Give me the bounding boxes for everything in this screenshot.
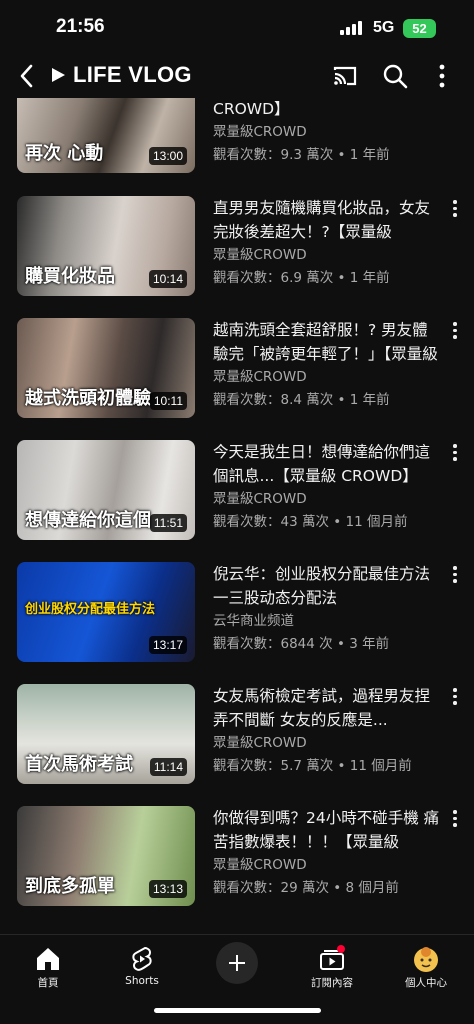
video-duration: 11:51 [149, 514, 187, 532]
channel-name: 眾量級CROWD [213, 491, 307, 507]
battery-icon: 52 [403, 19, 436, 38]
channel-name: 眾量級CROWD [213, 247, 307, 263]
create-button[interactable] [216, 942, 258, 984]
channel-name: 云华商业频道 [213, 613, 294, 629]
video-meta: 觀看次數：9.3 萬次 • 1 年前 [213, 147, 390, 163]
video-row[interactable]: 创业股权分配最佳方法 13:17 倪云华：创业股权分配最佳方法一三股动态分配法 … [0, 562, 474, 666]
subscriptions-icon [320, 945, 345, 970]
video-meta: 觀看次數：6.9 萬次 • 1 年前 [213, 270, 390, 286]
playlist-title: LIFE VLOG [52, 62, 192, 88]
avatar [414, 947, 438, 972]
network-label: 5G [373, 19, 395, 36]
video-row[interactable]: 購買化妝品 10:14 直男男友隨機購買化妝品，女友完妝後差超大！?【眾量級CR… [0, 196, 474, 300]
video-more-icon[interactable] [449, 200, 461, 220]
thumbnail-caption: 首次馬術考試 [25, 754, 133, 775]
video-row[interactable]: 首次馬術考試 11:14 女友馬術檢定考試，過程男友捏弄不間斷 女友的反應是..… [0, 684, 474, 788]
video-duration: 13:13 [148, 880, 187, 898]
video-thumbnail[interactable]: 想傳達給你這個 11:51 [17, 440, 195, 540]
video-duration: 11:14 [149, 758, 187, 776]
thumbnail-caption: 再次 心動 [25, 143, 104, 164]
video-more-icon[interactable] [449, 688, 461, 708]
video-title: 女友馬術檢定考試，過程男友捏弄不間斷 女友的反應是... [213, 687, 431, 729]
video-duration: 13:00 [148, 147, 187, 165]
video-duration: 10:14 [148, 270, 187, 288]
video-title: 你做得到嗎？24小時不碰手機 痛苦指數爆表！！！【眾量級CROWD】 [213, 809, 440, 851]
thumbnail-caption: 创业股权分配最佳方法 [25, 602, 156, 617]
video-row[interactable]: 再次 心動 13:00 們的選擇是？ [EP.3]【眾量級CROWD】 眾量級C… [0, 98, 474, 177]
thumbnail-caption: 到底多孤單 [25, 876, 115, 897]
nav-profile-label: 個人中心 [405, 977, 447, 989]
play-icon [52, 68, 65, 82]
home-indicator [154, 1008, 321, 1013]
video-duration: 13:17 [148, 636, 187, 654]
search-icon[interactable] [381, 62, 409, 90]
video-thumbnail[interactable]: 到底多孤單 13:13 [17, 806, 195, 906]
video-row[interactable]: 到底多孤單 13:13 你做得到嗎？24小時不碰手機 痛苦指數爆表！！！【眾量級… [0, 806, 474, 910]
video-more-icon[interactable] [449, 566, 461, 586]
video-duration: 10:11 [149, 392, 187, 410]
nav-profile[interactable]: 個人中心 [386, 941, 466, 991]
video-more-icon[interactable] [449, 810, 461, 830]
video-meta: 觀看次數：6844 次 • 3 年前 [213, 636, 390, 652]
more-icon[interactable] [428, 62, 456, 90]
nav-home-label: 首頁 [37, 977, 59, 989]
thumbnail-caption: 想傳達給你這個 [25, 510, 151, 531]
cast-icon[interactable] [331, 62, 359, 90]
create-icon [229, 955, 245, 971]
home-icon [37, 948, 59, 970]
video-thumbnail[interactable]: 越式洗頭初體驗 10:11 [17, 318, 195, 418]
video-title: 今天是我生日！想傳達給你們這個訊息...【眾量級 CROWD】 [213, 443, 431, 485]
video-more-icon[interactable] [449, 444, 461, 464]
back-icon[interactable] [14, 60, 42, 92]
nav-shorts-label: Shorts [125, 975, 159, 987]
video-row[interactable]: 越式洗頭初體驗 10:11 越南洗頭全套超舒服！? 男友體驗完「被誇更年輕了！」… [0, 318, 474, 422]
thumbnail-caption: 購買化妝品 [25, 266, 115, 287]
video-thumbnail[interactable]: 首次馬術考試 11:14 [17, 684, 195, 784]
status-bar: 21:56 5G 52 [0, 0, 474, 54]
status-time: 21:56 [56, 16, 105, 37]
channel-name: 眾量級CROWD [213, 369, 307, 385]
channel-name: 眾量級CROWD [213, 857, 307, 873]
video-meta: 觀看次數：29 萬次 • 8 個月前 [213, 880, 399, 896]
video-row[interactable]: 想傳達給你這個 11:51 今天是我生日！想傳達給你們這個訊息...【眾量級 C… [0, 440, 474, 544]
video-title: 倪云华：创业股权分配最佳方法一三股动态分配法 [213, 565, 431, 607]
signal-icon [340, 21, 364, 35]
nav-home[interactable]: 首頁 [8, 941, 88, 991]
channel-name: 眾量級CROWD [213, 735, 307, 751]
video-title: 直男男友隨機購買化妝品，女友完妝後差超大！?【眾量級CROWD】 [213, 199, 431, 241]
video-meta: 觀看次數：43 萬次 • 11 個月前 [213, 514, 408, 530]
video-title: 越南洗頭全套超舒服！? 男友體驗完「被誇更年輕了！」【眾量級CROWD】 [213, 321, 438, 363]
page-title: LIFE VLOG [73, 62, 192, 87]
nav-subscriptions[interactable]: 訂閱內容 [292, 941, 372, 991]
nav-subscriptions-label: 訂閱內容 [311, 977, 353, 989]
shorts-icon [132, 946, 152, 971]
top-app-bar: LIFE VLOG [0, 54, 474, 98]
video-meta: 觀看次數：5.7 萬次 • 11 個月前 [213, 758, 412, 774]
video-more-icon[interactable] [449, 322, 461, 342]
video-title: 們的選擇是？ [EP.3]【眾量級CROWD】 [213, 100, 290, 118]
nav-shorts[interactable]: Shorts [102, 941, 182, 991]
video-thumbnail[interactable]: 再次 心動 13:00 [17, 98, 195, 173]
video-thumbnail[interactable]: 创业股权分配最佳方法 13:17 [17, 562, 195, 662]
thumbnail-caption: 越式洗頭初體驗 [25, 388, 151, 409]
channel-name: 眾量級CROWD [213, 124, 307, 140]
video-list: 再次 心動 13:00 們的選擇是？ [EP.3]【眾量級CROWD】 眾量級C… [0, 98, 474, 934]
video-meta: 觀看次數：8.4 萬次 • 1 年前 [213, 392, 390, 408]
video-thumbnail[interactable]: 購買化妝品 10:14 [17, 196, 195, 296]
